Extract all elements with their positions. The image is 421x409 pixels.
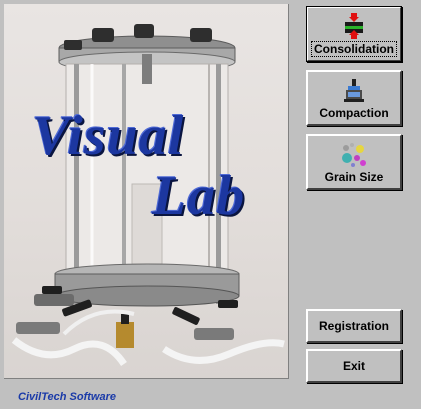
consolidation-button[interactable]: Consolidation <box>306 6 402 62</box>
registration-label: Registration <box>318 319 389 333</box>
registration-button[interactable]: Registration <box>306 309 402 343</box>
compaction-label: Compaction <box>319 106 389 120</box>
brand-visual-text: Visual <box>32 105 185 167</box>
grain-size-particles-icon <box>342 143 366 167</box>
exit-button[interactable]: Exit <box>306 349 402 383</box>
company-name: CivilTech Software <box>18 391 117 403</box>
consolidation-cell-icon <box>345 13 363 39</box>
grain-size-label: Grain Size <box>324 170 384 184</box>
compaction-mold-icon <box>344 79 364 102</box>
splash-image: Visual Lab <box>4 4 289 379</box>
brand-lab-text: Lab <box>152 165 246 227</box>
consolidation-label: Consolidation <box>311 41 397 57</box>
compaction-button[interactable]: Compaction <box>306 70 402 126</box>
grain-size-button[interactable]: Grain Size <box>306 134 402 190</box>
exit-label: Exit <box>342 359 365 373</box>
